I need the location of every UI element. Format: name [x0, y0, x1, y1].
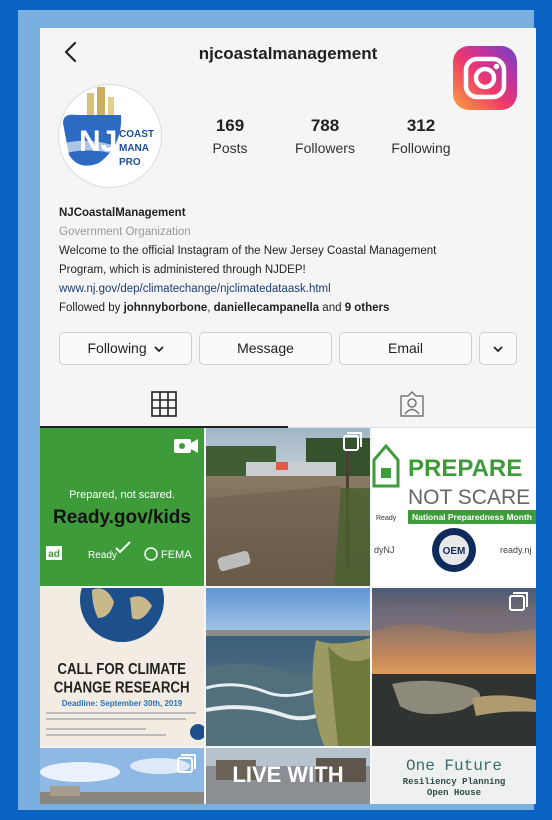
grid-icon — [151, 391, 177, 417]
post-3-right: ready.nj — [500, 545, 531, 555]
post-tile-2[interactable] — [206, 428, 370, 586]
post-1-ready: Ready — [88, 550, 117, 561]
stat-followers-value: 788 — [310, 116, 340, 135]
post-tile-9[interactable]: One Future Resiliency Planning Open Hous… — [372, 748, 536, 804]
chevron-down-icon — [153, 346, 164, 353]
bio-link[interactable]: www.nj.gov/dep/climatechange/njclimateda… — [59, 280, 519, 299]
stat-followers[interactable]: 788 Followers — [270, 116, 380, 156]
instagram-profile-screen: njcoastalmanagement NJ COAST MANA PRO 16… — [40, 28, 536, 804]
profile-bio: NJCoastalManagement Government Organizat… — [59, 204, 519, 318]
avatar-text-1: COAST — [119, 129, 154, 140]
post-4-title1: CALL FOR CLIMATE — [57, 661, 186, 678]
stat-posts[interactable]: 169 Posts — [175, 116, 285, 156]
tagged-person-icon — [400, 391, 424, 417]
avatar[interactable]: NJ COAST MANA PRO — [58, 84, 162, 188]
post-1-line2: Ready.gov/kids — [53, 507, 191, 528]
followed-by[interactable]: Followed by johnnyborbone, daniellecampa… — [59, 299, 519, 318]
post-3-title2: NOT SCARE — [408, 486, 530, 509]
followed-by-and: and — [319, 302, 345, 314]
following-button[interactable]: Following — [59, 332, 192, 365]
post-3-title1: PREPARE — [408, 455, 522, 482]
avatar-text-3: PRO — [119, 157, 141, 168]
post-tile-3[interactable]: PREPARE NOT SCARE Ready National Prepare… — [372, 428, 536, 586]
video-camera-icon — [174, 439, 198, 453]
post-tile-1[interactable]: Prepared, not scared. Ready.gov/kids ad … — [40, 428, 204, 586]
display-name: NJCoastalManagement — [59, 207, 186, 219]
post-tile-8[interactable]: LIVE WITH — [206, 748, 370, 804]
followed-by-prefix: Followed by — [59, 302, 124, 314]
message-button[interactable]: Message — [199, 332, 332, 365]
post-9-title: One Future — [406, 757, 502, 775]
post-3-banner: National Preparedness Month — [412, 512, 532, 522]
post-4-title2: CHANGE RESEARCH — [54, 680, 190, 697]
stat-posts-value: 169 — [215, 116, 245, 135]
stat-following-label: Following — [391, 140, 451, 156]
post-8-text: LIVE WITH — [232, 762, 343, 787]
profile-tabs — [40, 380, 536, 428]
stat-posts-label: Posts — [212, 140, 248, 156]
post-9-sub2: Open House — [427, 788, 481, 798]
email-button[interactable]: Email — [339, 332, 472, 365]
instagram-logo-icon — [453, 46, 517, 110]
post-9-sub1: Resiliency Planning — [403, 777, 506, 787]
followed-by-user-2: daniellecampanella — [213, 302, 320, 314]
bio-line-1: Welcome to the official Instagram of the… — [59, 245, 437, 257]
post-tile-5[interactable] — [206, 588, 370, 746]
post-1-fema: FEMA — [161, 549, 192, 561]
tab-grid[interactable] — [40, 380, 288, 428]
post-1-line1: Prepared, not scared. — [69, 489, 175, 501]
stat-following-value: 312 — [406, 116, 436, 135]
followed-by-others: 9 others — [344, 302, 390, 314]
stat-following[interactable]: 312 Following — [366, 116, 476, 156]
post-tile-6[interactable] — [372, 588, 536, 746]
post-1-ad: ad — [48, 549, 60, 560]
email-button-label: Email — [387, 340, 423, 356]
posts-grid: Prepared, not scared. Ready.gov/kids ad … — [40, 428, 536, 804]
post-tile-7[interactable] — [40, 748, 204, 804]
stat-followers-label: Followers — [295, 140, 355, 156]
post-tile-4[interactable]: CALL FOR CLIMATE CHANGE RESEARCH Deadlin… — [40, 588, 204, 746]
suggested-dropdown-button[interactable] — [479, 332, 517, 365]
post-3-ready: Ready — [376, 515, 397, 522]
avatar-text-2: MANA — [119, 143, 149, 154]
chevron-down-icon — [493, 346, 503, 353]
following-button-label: Following — [87, 340, 147, 356]
category-label: Government Organization — [59, 226, 191, 238]
post-3-left: dyNJ — [374, 545, 395, 555]
bio-line-2: Program, which is administered through N… — [59, 264, 306, 276]
message-button-label: Message — [237, 340, 294, 356]
post-3-seal: OEM — [443, 546, 466, 557]
tab-tagged[interactable] — [288, 380, 536, 428]
post-4-deadline: Deadline: September 30th, 2019 — [62, 699, 183, 708]
followed-by-user-1: johnnyborbone — [123, 302, 208, 314]
svg-text:NJ: NJ — [79, 125, 117, 158]
